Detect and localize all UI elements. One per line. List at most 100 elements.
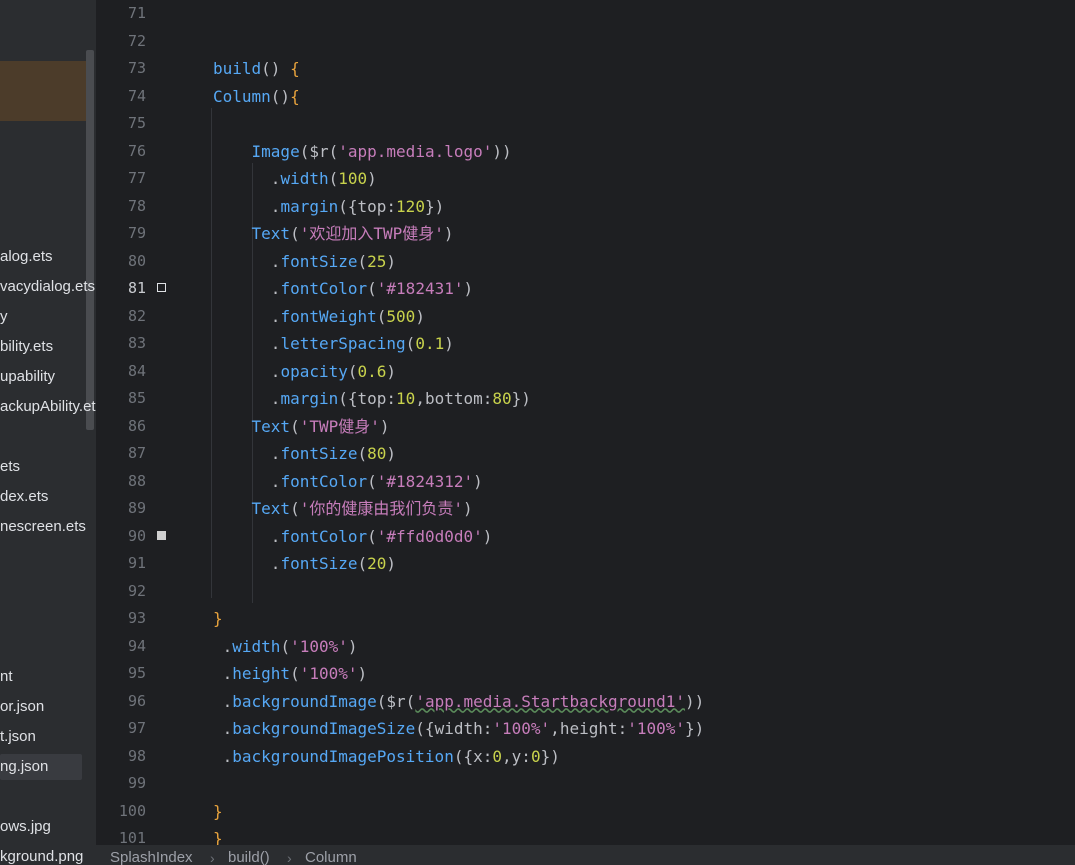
- breadcrumb-item-file[interactable]: SplashIndex: [110, 845, 193, 865]
- code-line[interactable]: 85 .margin({top:10,bottom:80}): [96, 385, 1075, 412]
- code-line[interactable]: 88 .fontColor('#1824312'): [96, 468, 1075, 495]
- code-line[interactable]: 71: [96, 0, 1075, 27]
- code-token: 0.1: [415, 334, 445, 353]
- code-token: Image: [213, 141, 300, 161]
- code-text: build() {: [213, 55, 300, 82]
- line-number: 90: [127, 526, 146, 545]
- sidebar-file-item[interactable]: alog.ets: [0, 244, 96, 270]
- code-line[interactable]: 86 Text('TWP健身'): [96, 413, 1075, 440]
- code-text: Image($r('app.media.logo')): [213, 138, 512, 165]
- code-line[interactable]: 76 Image($r('app.media.logo')): [96, 138, 1075, 165]
- code-token: ,: [415, 389, 425, 408]
- sidebar-file-item[interactable]: ows.jpg: [0, 814, 96, 840]
- sidebar-file-item[interactable]: bility.ets: [0, 334, 96, 360]
- code-token: margin: [280, 196, 339, 216]
- code-line[interactable]: 90 .fontColor('#ffd0d0d0'): [96, 523, 1075, 550]
- breadcrumb-separator-icon: ›: [287, 850, 292, 865]
- code-token: .: [213, 526, 281, 546]
- code-line[interactable]: 101}: [96, 825, 1075, 845]
- code-line[interactable]: 78 .margin({top:120}): [96, 193, 1075, 220]
- sidebar-file-item[interactable]: t.json: [0, 724, 96, 750]
- code-line[interactable]: 93}: [96, 605, 1075, 632]
- code-token: (: [405, 334, 416, 353]
- line-number: 76: [127, 141, 146, 160]
- code-token: backgroundImageSize: [232, 719, 416, 738]
- code-line[interactable]: 98 .backgroundImagePosition({x:0,y:0}): [96, 743, 1075, 770]
- code-line[interactable]: 81 .fontColor('#182431'): [96, 275, 1075, 302]
- sidebar-file-item[interactable]: dex.ets: [0, 484, 96, 510]
- code-token: ,: [550, 719, 560, 738]
- code-line[interactable]: 92: [96, 578, 1075, 605]
- code-token: (: [376, 306, 387, 326]
- sidebar-file-item[interactable]: ets: [0, 454, 96, 480]
- sidebar-file-item[interactable]: y: [0, 304, 96, 330]
- code-token: 'app.media.logo': [338, 141, 493, 161]
- code-token: )): [492, 141, 512, 161]
- code-text: Text('你的健康由我们负责'): [213, 495, 473, 522]
- code-token: '欢迎加入TWP健身': [299, 224, 444, 243]
- sidebar-file-item[interactable]: nt: [0, 664, 96, 690]
- code-line[interactable]: 95 .height('100%'): [96, 660, 1075, 687]
- sidebar-file-item[interactable]: upability: [0, 364, 96, 390]
- code-text: .backgroundImagePosition({x:0,y:0}): [213, 743, 560, 770]
- code-token: y: [511, 746, 522, 766]
- code-line[interactable]: 79 Text('欢迎加入TWP健身'): [96, 220, 1075, 247]
- code-text: .margin({top:10,bottom:80}): [213, 385, 531, 412]
- code-token: bottom: [424, 389, 483, 408]
- code-line[interactable]: 87 .fontSize(80): [96, 440, 1075, 467]
- code-line[interactable]: 96 .backgroundImage($r('app.media.Startb…: [96, 688, 1075, 715]
- color-swatch-icon[interactable]: [157, 530, 166, 540]
- code-token: .: [213, 719, 233, 738]
- code-text: .letterSpacing(0.1): [213, 330, 454, 357]
- code-token: {: [290, 59, 300, 78]
- code-token: .: [213, 196, 281, 216]
- line-number: 98: [127, 746, 146, 765]
- code-token: (: [367, 279, 377, 298]
- code-line[interactable]: 99: [96, 770, 1075, 797]
- code-line[interactable]: 94 .width('100%'): [96, 633, 1075, 660]
- code-text: Text('欢迎加入TWP健身'): [213, 220, 454, 247]
- code-token: fontSize: [280, 554, 358, 573]
- code-token: '你的健康由我们负责': [299, 499, 463, 518]
- code-line[interactable]: 80 .fontSize(25): [96, 248, 1075, 275]
- code-line[interactable]: 77 .width(100): [96, 165, 1075, 192]
- code-line[interactable]: 72: [96, 28, 1075, 55]
- sidebar-file-item[interactable]: ackupAbility.ets: [0, 394, 96, 420]
- code-token: ): [415, 306, 425, 326]
- breakpoint-outline-icon[interactable]: [157, 283, 166, 292]
- code-line[interactable]: 84 .opacity(0.6): [96, 358, 1075, 385]
- sidebar-file-item[interactable]: or.json: [0, 694, 96, 720]
- code-token: ): [386, 444, 397, 463]
- code-line[interactable]: 97 .backgroundImageSize({width:'100%',he…: [96, 715, 1075, 742]
- line-number: 84: [127, 361, 146, 380]
- code-line[interactable]: 73 build() {: [96, 55, 1075, 82]
- sidebar-file-item[interactable]: nescreen.ets: [0, 514, 96, 540]
- breadcrumb-item-component[interactable]: Column: [305, 845, 357, 865]
- code-token: (: [290, 499, 300, 518]
- breadcrumb-separator-icon: ›: [210, 850, 215, 865]
- line-number: 101: [118, 829, 146, 845]
- code-line[interactable]: 83 .letterSpacing(0.1): [96, 330, 1075, 357]
- code-line[interactable]: 91 .fontSize(20): [96, 550, 1075, 577]
- sidebar-file-item[interactable]: ng.json: [0, 754, 82, 780]
- code-token: .: [213, 746, 233, 766]
- code-line[interactable]: 74 Column(){: [96, 83, 1075, 110]
- code-token: (: [367, 471, 377, 491]
- line-number: 74: [127, 86, 146, 105]
- project-sidebar: alog.ets vacydialog.ets y bility.ets upabili…: [0, 0, 96, 865]
- code-line[interactable]: 82 .fontWeight(500): [96, 303, 1075, 330]
- code-line[interactable]: 100}: [96, 798, 1075, 825]
- code-line[interactable]: 89 Text('你的健康由我们负责'): [96, 495, 1075, 522]
- code-text: Column(){: [213, 83, 300, 110]
- breadcrumb-item-function[interactable]: build(): [228, 845, 270, 865]
- sidebar-file-item[interactable]: kground.png: [0, 844, 96, 865]
- code-editor[interactable]: 71 72 73 build() {74 Column(){75 76 Image($r(…: [96, 0, 1075, 845]
- code-token: 80: [367, 444, 387, 463]
- code-token: fontWeight: [280, 306, 377, 326]
- code-token: 120: [396, 196, 425, 216]
- code-token: ({: [415, 719, 435, 738]
- code-token: }: [213, 609, 223, 628]
- sidebar-file-item[interactable]: vacydialog.ets: [0, 274, 96, 300]
- code-token: Text: [213, 416, 291, 436]
- code-line[interactable]: 75: [96, 110, 1075, 137]
